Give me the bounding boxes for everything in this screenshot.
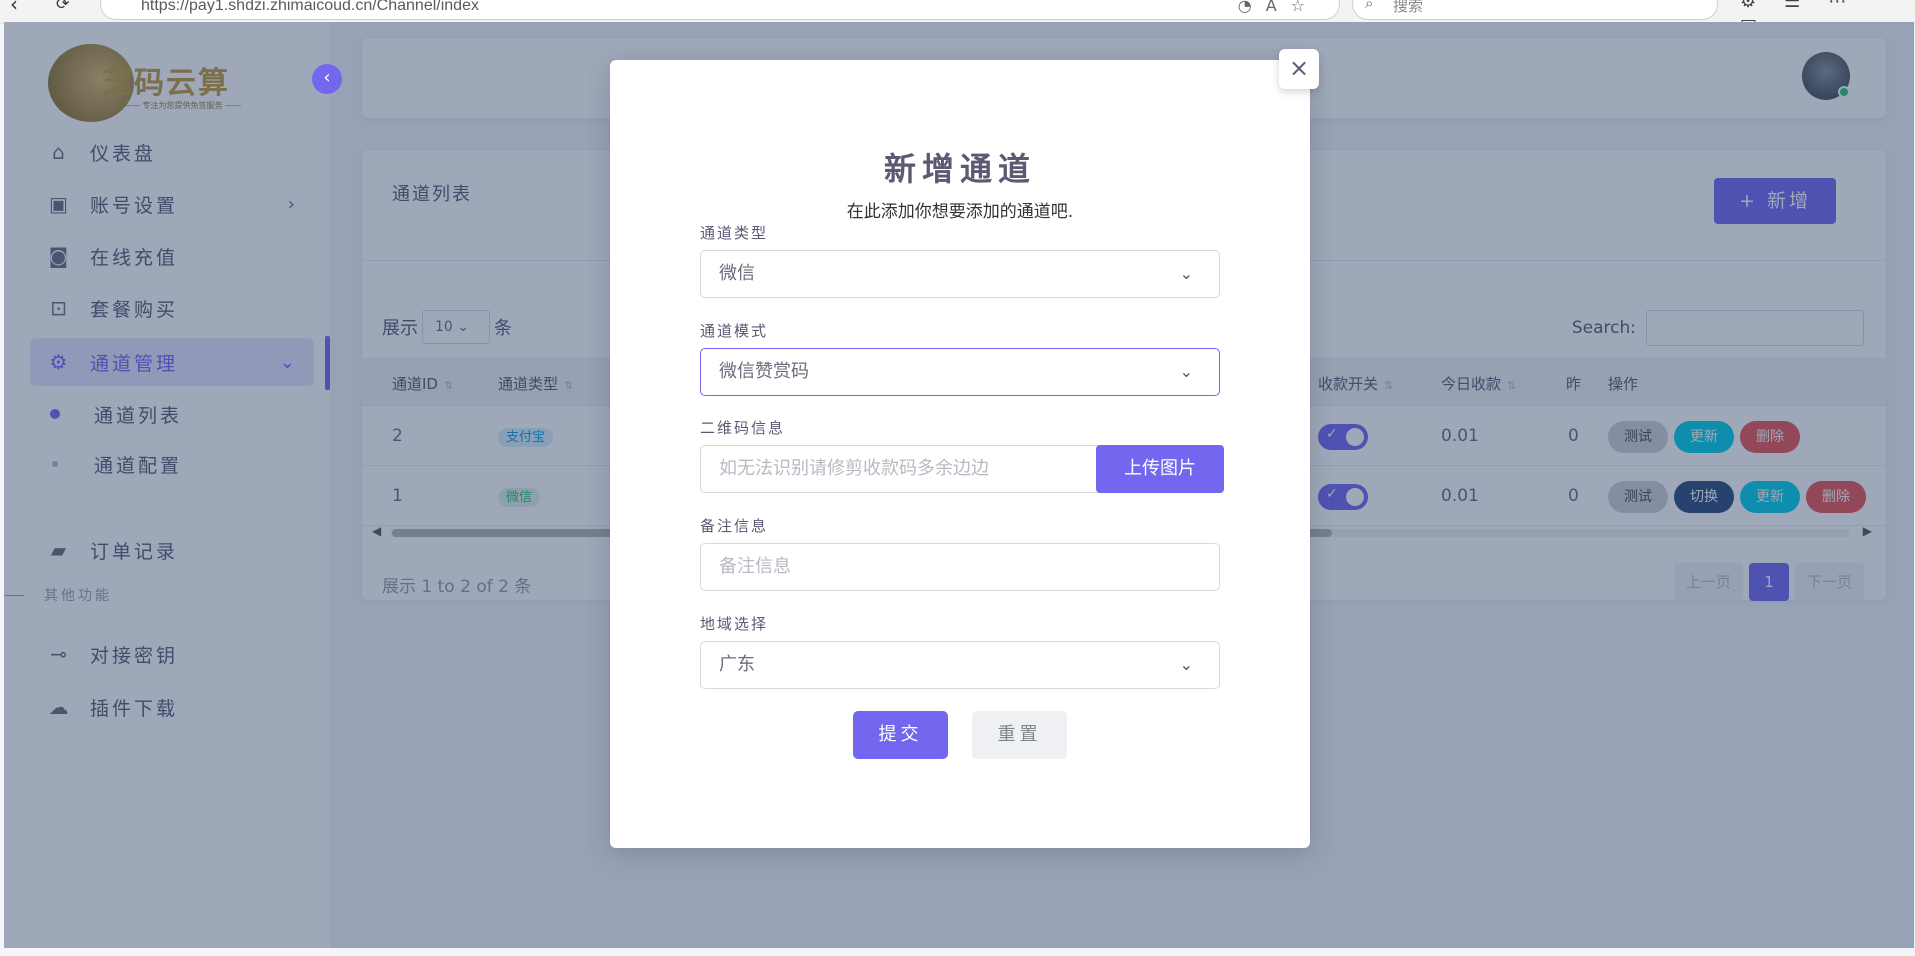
modal-title: 新增通道	[883, 150, 1036, 188]
channel-mode-label: 通道模式	[700, 322, 769, 340]
channel-type-value: 微信	[719, 263, 755, 284]
channel-mode-value: 微信赞赏码	[719, 361, 809, 382]
close-icon: ×	[1288, 54, 1310, 82]
chevron-down-icon: ⌄	[1179, 362, 1193, 381]
address-bar[interactable]: https://pay1.shdzi.zhimaicoud.cn/Channel…	[100, 0, 1340, 20]
add-channel-modal: 新增通道 在此添加你想要添加的通道吧. 通道类型 微信 ⌄ 通道模式 微信赞赏码…	[610, 60, 1310, 848]
remark-label: 备注信息	[700, 517, 769, 535]
refresh-icon[interactable]: ⟳	[56, 0, 69, 13]
remark-input[interactable]: 备注信息	[700, 543, 1220, 591]
chevron-down-icon: ⌄	[1179, 264, 1193, 283]
address-bar-icons: ◔A☆	[1237, 0, 1319, 15]
sidebar-collapse-button[interactable]: ‹	[312, 64, 342, 94]
search-icon: ⌕	[1365, 0, 1374, 12]
chevron-left-icon: ‹	[323, 67, 331, 88]
chevron-down-icon: ⌄	[1179, 655, 1193, 674]
submit-button[interactable]: 提交	[853, 711, 948, 759]
channel-type-label: 通道类型	[700, 224, 769, 242]
upload-image-button[interactable]: 上传图片	[1096, 445, 1224, 493]
channel-type-select[interactable]: 微信 ⌄	[700, 250, 1220, 298]
back-icon[interactable]: ‹	[10, 0, 18, 16]
qr-info-label: 二维码信息	[700, 419, 786, 437]
qr-info-input[interactable]: 如无法识别请修剪收款码多余边边	[700, 445, 1100, 493]
region-value: 广东	[719, 654, 755, 675]
reset-button[interactable]: 重置	[972, 711, 1067, 759]
url-text: https://pay1.shdzi.zhimaicoud.cn/Channel…	[141, 0, 479, 14]
region-select[interactable]: 广东 ⌄	[700, 641, 1220, 689]
region-label: 地域选择	[700, 615, 769, 633]
channel-mode-select[interactable]: 微信赞赏码 ⌄	[700, 348, 1220, 396]
close-modal-button[interactable]: ×	[1279, 49, 1319, 89]
browser-toolbar: ‹ ⟳ https://pay1.shdzi.zhimaicoud.cn/Cha…	[0, 0, 1915, 33]
browser-search-placeholder: 搜索	[1393, 0, 1424, 15]
browser-search[interactable]: ⌕ 搜索	[1352, 0, 1718, 20]
modal-subtitle: 在此添加你想要添加的通道吧.	[846, 202, 1074, 222]
